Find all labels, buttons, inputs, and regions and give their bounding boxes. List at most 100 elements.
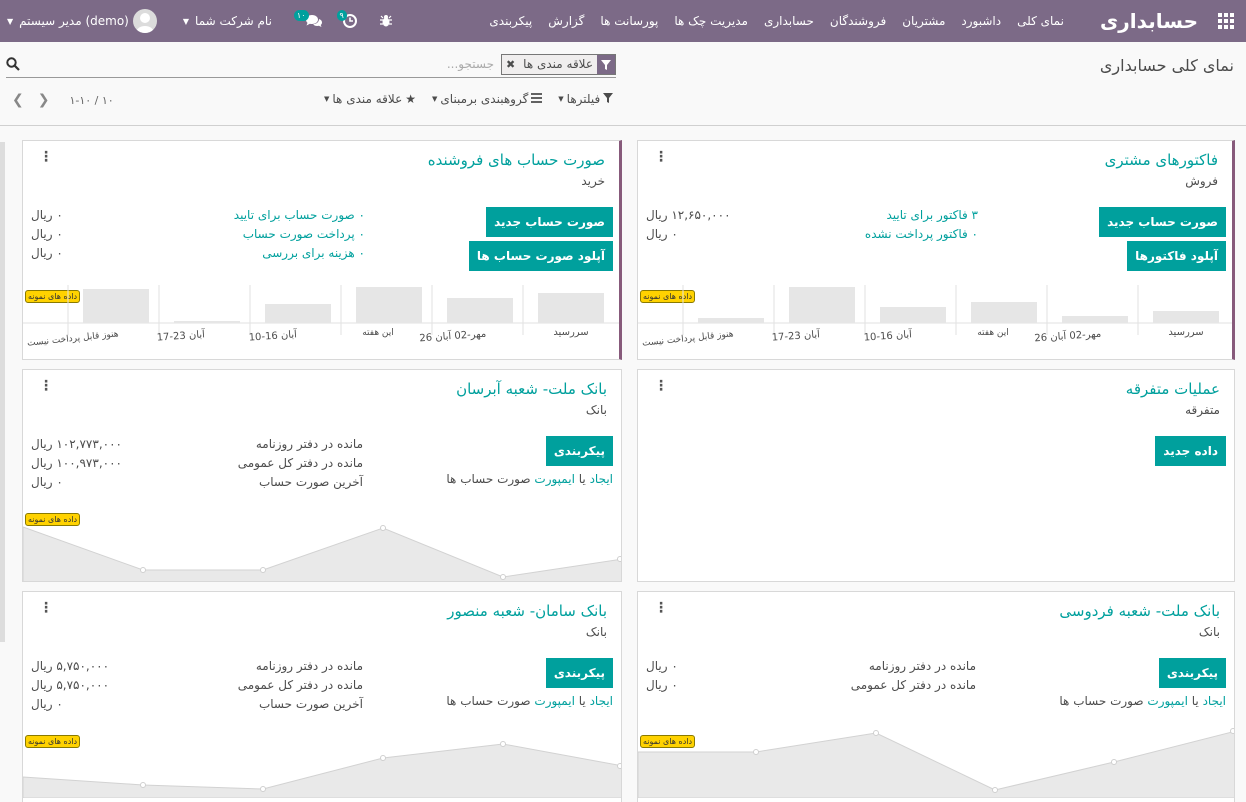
groupby-button[interactable]: گروهبندی برمبنای ▼ <box>424 92 550 106</box>
graph-area <box>23 743 621 798</box>
menu-item-overview[interactable]: نمای کلی <box>1009 14 1072 28</box>
or-text: یا <box>578 694 586 708</box>
app-brand[interactable]: حسابداری <box>1072 9 1206 33</box>
company-switcher[interactable]: ▼ نام شرکت شما <box>176 14 279 28</box>
graph-point <box>380 525 386 531</box>
stat-label: مانده در دفتر روزنامه <box>868 659 976 673</box>
bug-icon <box>379 15 392 27</box>
menu-item-commissions[interactable]: پورسانت ها <box>592 14 666 28</box>
more-options-icon[interactable]: ⋮ <box>654 378 668 394</box>
filters-button[interactable]: فیلترها ▼ <box>550 92 621 106</box>
invoices-to-validate-link[interactable]: ۳ فاکتور برای تایید <box>886 208 978 222</box>
graph-bar <box>1153 311 1219 323</box>
statements-text: صورت حساب ها <box>1059 694 1144 708</box>
graph-point <box>500 741 506 747</box>
card-title[interactable]: فاکتورهای مشتری <box>1105 151 1218 169</box>
statements-text: صورت حساب ها <box>446 694 531 708</box>
graph-point <box>1230 728 1234 734</box>
card-title[interactable]: بانک ملت- شعبه فردوسی <box>1059 602 1220 620</box>
menu-item-configuration[interactable]: پیکربندی <box>481 14 540 28</box>
messages-counter: ۱۰ <box>293 9 309 21</box>
menu-item-reporting[interactable]: گزارش <box>540 14 592 28</box>
menu-item-checks[interactable]: مدیریت چک ها <box>666 14 756 28</box>
bills-to-validate-link[interactable]: ۰ صورت حساب برای تایید <box>234 208 365 222</box>
bills-to-pay-link[interactable]: ۰ پرداخت صورت حساب <box>243 227 365 241</box>
activities-button[interactable]: ۹ <box>330 9 364 28</box>
menu-item-dashboard[interactable]: داشبورد <box>953 14 1009 28</box>
caret-down-icon: ▼ <box>432 95 438 103</box>
card-subtitle: فروش <box>1185 174 1218 188</box>
menu-item-accounting[interactable]: حسابداری <box>756 14 822 28</box>
new-entry-button[interactable]: داده جدید <box>1155 436 1226 466</box>
configure-button[interactable]: پیکربندی <box>545 436 613 466</box>
card-title[interactable]: بانک ملت- شعبه آبرسان <box>456 380 607 398</box>
upload-bills-button[interactable]: آپلود صورت حساب ها <box>468 241 613 271</box>
stat-value: ۵,۷۵۰,۰۰۰ ریال <box>31 678 110 692</box>
search-bar[interactable]: علاقه مندی ها ✖ جستجو... <box>6 54 616 78</box>
favorites-button[interactable]: ★ علاقه مندی ها ▼ <box>316 92 424 106</box>
more-options-icon[interactable]: ⋮ <box>654 600 668 616</box>
journal-card-bank-saman: بانک سامان- شعبه منصور بانک ⋮ پیکربندی ا… <box>22 591 622 802</box>
stat-value: ۰ ریال <box>31 246 63 260</box>
stat-value: ۵,۷۵۰,۰۰۰ ریال <box>31 659 110 673</box>
journal-card-purchase: صورت حساب های فروشنده خرید ⋮ صورت حساب ج… <box>22 140 622 360</box>
stat-label: مانده در دفتر کل عمومی <box>237 678 363 692</box>
stat-value: ۰ ریال <box>646 227 678 241</box>
menu-item-customers[interactable]: مشتریان <box>894 14 953 28</box>
upload-invoices-button[interactable]: آپلود فاکتورها <box>1127 241 1226 271</box>
search-options: فیلترها ▼ گروهبندی برمبنای ▼ ★ علاقه مند… <box>316 92 621 106</box>
bank-line-graph <box>23 525 621 581</box>
pager-value[interactable]: ۱-۱۰ / ۱۰ <box>69 94 113 107</box>
configure-button[interactable]: پیکربندی <box>1158 658 1226 688</box>
card-title[interactable]: صورت حساب های فروشنده <box>428 151 605 169</box>
more-options-icon[interactable]: ⋮ <box>654 149 668 165</box>
more-options-icon[interactable]: ⋮ <box>39 149 53 165</box>
graph-tick-label: 17-23 آبان <box>156 327 206 343</box>
graph-tick-label: سررسید <box>1168 327 1203 338</box>
graph-point <box>1111 759 1117 765</box>
search-input[interactable]: جستجو... <box>447 57 494 71</box>
card-title[interactable]: عملیات متفرقه <box>1126 380 1220 398</box>
menu-item-vendors[interactable]: فروشندگان <box>822 14 894 28</box>
graph-point <box>617 556 621 562</box>
more-options-icon[interactable]: ⋮ <box>39 378 53 394</box>
pager-next-icon[interactable]: ❯ <box>38 92 50 108</box>
journal-card-sales: فاکتورهای مشتری فروش ⋮ صورت حساب جدید آپ… <box>637 140 1235 360</box>
user-name: مدیر سیستم (demo) <box>19 14 129 28</box>
stat-label: مانده در دفتر روزنامه <box>255 659 363 673</box>
filter-icon <box>603 92 614 106</box>
graph-tick-label: 26 مهر-02 آبان <box>1034 327 1102 345</box>
graph-point <box>380 755 386 761</box>
new-bill-button[interactable]: صورت حساب جدید <box>486 207 613 237</box>
stat-label: مانده در دفتر کل عمومی <box>850 678 976 692</box>
graph-tick-label: 10-16 آبان <box>248 327 298 343</box>
expenses-to-review-link[interactable]: ۰ هزینه برای بررسی <box>262 246 365 260</box>
debug-button[interactable] <box>372 14 400 28</box>
activities-counter: ۹ <box>336 9 347 21</box>
facet-remove-icon[interactable]: ✖ <box>502 55 519 74</box>
user-menu[interactable]: ▼ مدیر سیستم (demo) <box>0 9 164 33</box>
create-link[interactable]: ایجاد <box>1203 694 1226 708</box>
card-title[interactable]: بانک سامان- شعبه منصور <box>447 602 607 620</box>
create-link[interactable]: ایجاد <box>590 472 613 486</box>
graph-bar <box>698 318 764 323</box>
pager-previous-icon[interactable]: ❮ <box>12 92 24 108</box>
more-options-icon[interactable]: ⋮ <box>39 600 53 616</box>
import-statements-link[interactable]: ایمپورت <box>1147 694 1188 708</box>
unpaid-invoices-link[interactable]: ۰ فاکتور پرداخت نشده <box>865 227 978 241</box>
graph-bar <box>174 321 240 323</box>
new-invoice-button[interactable]: صورت حساب جدید <box>1099 207 1226 237</box>
systray: ▼ مدیر سیستم (demo) ▼ نام شرکت شما ۱۰ ۹ <box>0 0 400 42</box>
search-icon[interactable] <box>6 57 20 74</box>
messages-button[interactable]: ۱۰ <box>287 9 330 28</box>
chevron-down-icon: ▼ <box>182 16 190 26</box>
scrollbar[interactable] <box>0 142 5 642</box>
import-statements-link[interactable]: ایمپورت <box>534 472 575 486</box>
create-link[interactable]: ایجاد <box>590 694 613 708</box>
stat-value: ۱۲,۶۵۰,۰۰۰ ریال <box>646 208 731 222</box>
import-statements-link[interactable]: ایمپورت <box>534 694 575 708</box>
page-title: نمای کلی حسابداری <box>1099 56 1234 75</box>
graph-bar <box>880 307 946 323</box>
apps-menu-icon[interactable] <box>1206 0 1246 42</box>
configure-button[interactable]: پیکربندی <box>545 658 613 688</box>
